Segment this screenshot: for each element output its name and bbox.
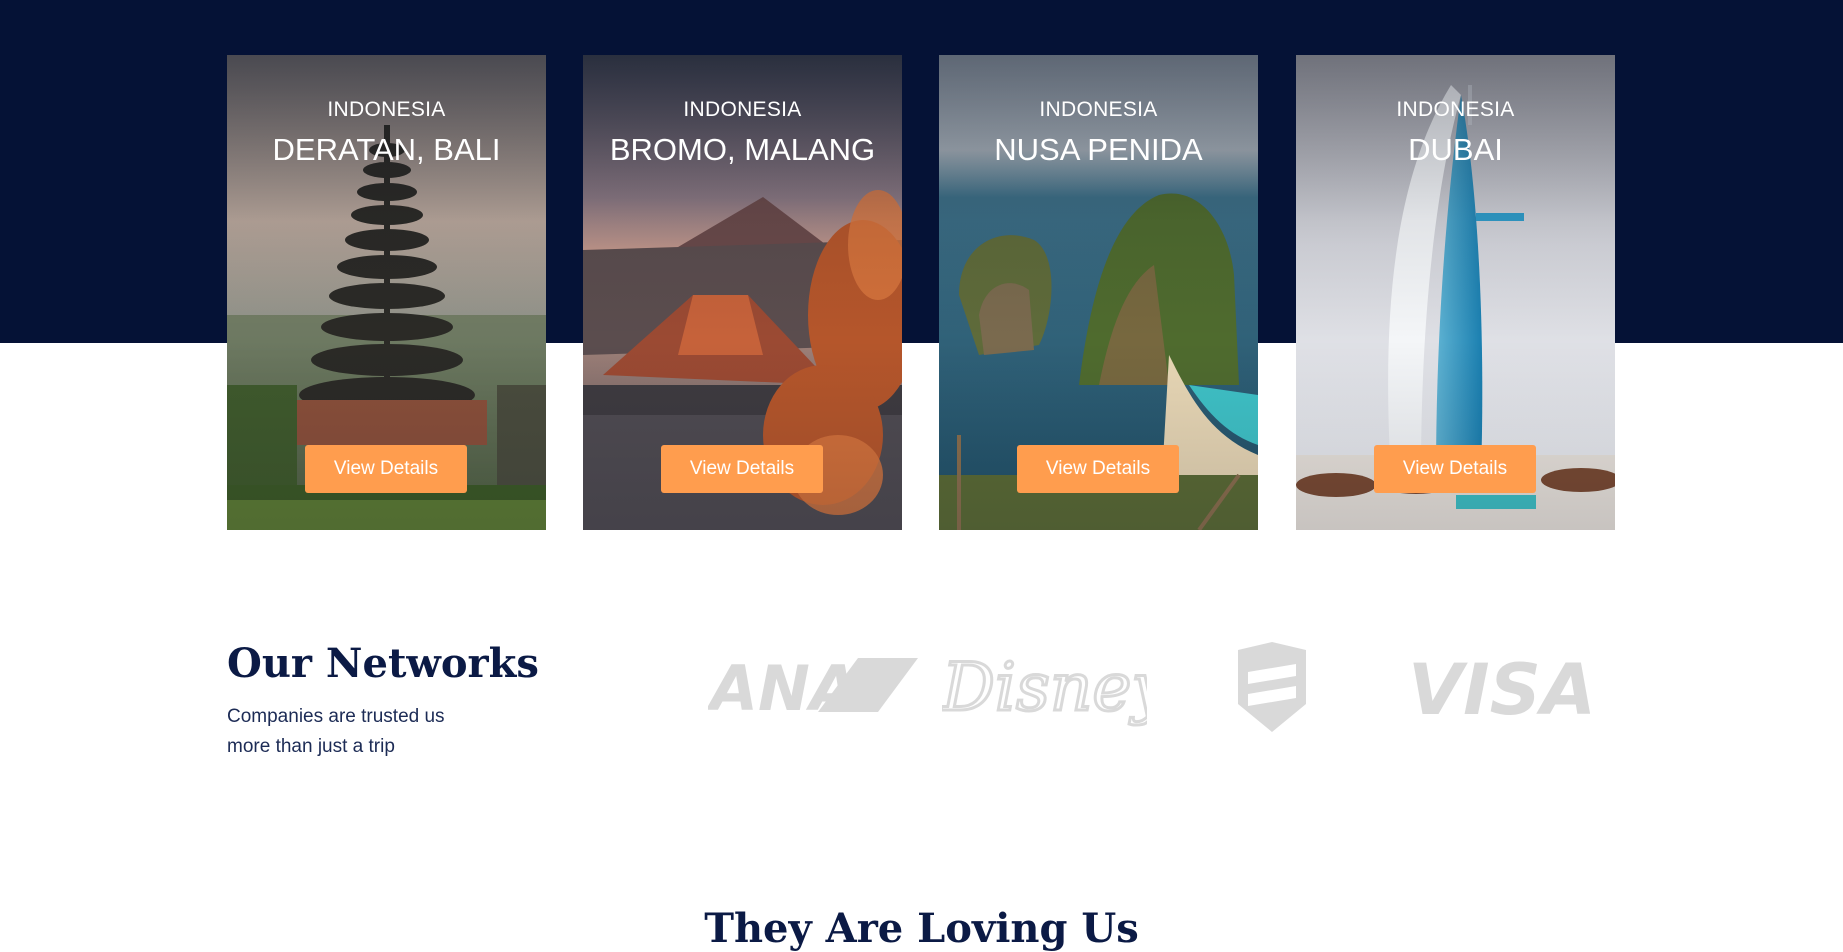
disney-logo: Disney <box>942 648 1147 728</box>
ana-logo: ANA <box>708 652 918 720</box>
view-details-button[interactable]: View Details <box>1017 445 1179 493</box>
destination-card[interactable]: INDONESIA DERATAN, BALI View Details <box>227 55 546 530</box>
destination-country: INDONESIA <box>1396 98 1515 121</box>
destination-cards: INDONESIA DERATAN, BALI View Details IND… <box>227 55 1615 530</box>
destination-country: INDONESIA <box>327 98 446 121</box>
destination-card[interactable]: INDONESIA NUSA PENIDA View Details <box>939 55 1258 530</box>
destination-country: INDONESIA <box>683 98 802 121</box>
view-details-button[interactable]: View Details <box>305 445 467 493</box>
visa-logo: VISA <box>1408 654 1596 720</box>
networks-title: Our Networks <box>227 640 539 687</box>
destination-name: NUSA PENIDA <box>994 132 1203 167</box>
partner-logos: ANA Disney VISA <box>700 630 1620 750</box>
networks-subtitle: Companies are trusted us more than just … <box>227 706 445 757</box>
shield-logo <box>1238 642 1306 732</box>
view-details-button[interactable]: View Details <box>661 445 823 493</box>
view-details-button[interactable]: View Details <box>1374 445 1536 493</box>
destination-name: DUBAI <box>1408 132 1503 167</box>
destination-name: BROMO, MALANG <box>609 132 876 167</box>
disney-logo-text: Disney <box>942 649 1147 726</box>
destination-country: INDONESIA <box>1039 98 1158 121</box>
destination-card[interactable]: INDONESIA BROMO, MALANG View Details <box>583 55 902 530</box>
destination-card[interactable]: INDONESIA DUBAI View Details <box>1296 55 1615 530</box>
visa-logo-text: VISA <box>1408 654 1596 720</box>
destination-name: DERATAN, BALI <box>272 132 501 167</box>
